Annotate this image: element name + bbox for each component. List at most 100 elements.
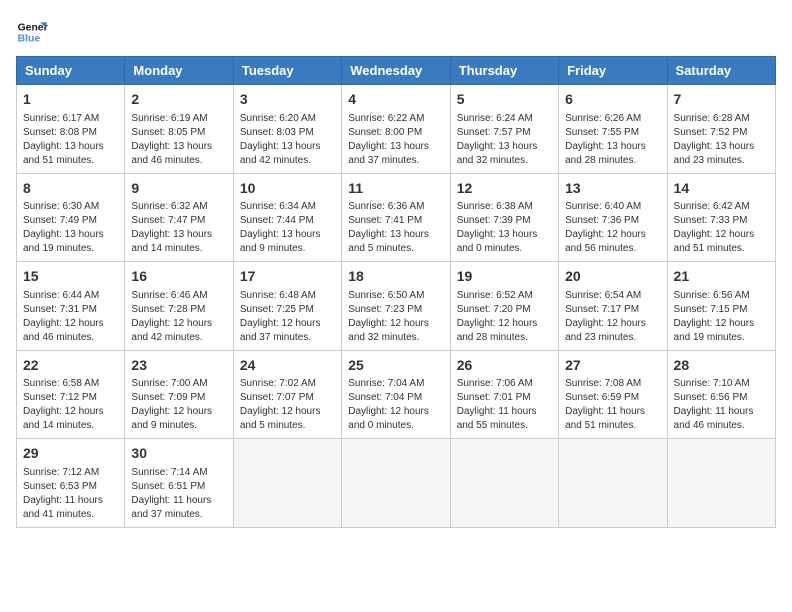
day-number: 17 bbox=[240, 267, 335, 287]
day-info: Sunrise: 6:50 AM Sunset: 7:23 PM Dayligh… bbox=[348, 289, 443, 345]
day-number: 5 bbox=[457, 90, 552, 110]
svg-text:Blue: Blue bbox=[18, 34, 41, 45]
calendar-cell: 4Sunrise: 6:22 AM Sunset: 8:00 PM Daylig… bbox=[342, 85, 450, 174]
day-info: Sunrise: 7:10 AM Sunset: 6:56 PM Dayligh… bbox=[674, 377, 769, 433]
day-info: Sunrise: 6:52 AM Sunset: 7:20 PM Dayligh… bbox=[457, 289, 552, 345]
calendar-cell: 21Sunrise: 6:56 AM Sunset: 7:15 PM Dayli… bbox=[667, 262, 775, 351]
calendar-cell: 10Sunrise: 6:34 AM Sunset: 7:44 PM Dayli… bbox=[233, 173, 341, 262]
logo: General Blue bbox=[16, 16, 48, 48]
header-day-sunday: Sunday bbox=[17, 57, 125, 85]
calendar-cell: 28Sunrise: 7:10 AM Sunset: 6:56 PM Dayli… bbox=[667, 350, 775, 439]
calendar-cell: 20Sunrise: 6:54 AM Sunset: 7:17 PM Dayli… bbox=[559, 262, 667, 351]
calendar-table: SundayMondayTuesdayWednesdayThursdayFrid… bbox=[16, 56, 776, 528]
day-number: 7 bbox=[674, 90, 769, 110]
day-number: 9 bbox=[131, 179, 226, 199]
day-info: Sunrise: 6:58 AM Sunset: 7:12 PM Dayligh… bbox=[23, 377, 118, 433]
day-info: Sunrise: 6:24 AM Sunset: 7:57 PM Dayligh… bbox=[457, 112, 552, 168]
calendar-cell: 1Sunrise: 6:17 AM Sunset: 8:08 PM Daylig… bbox=[17, 85, 125, 174]
week-row-4: 22Sunrise: 6:58 AM Sunset: 7:12 PM Dayli… bbox=[17, 350, 776, 439]
day-number: 4 bbox=[348, 90, 443, 110]
calendar-cell: 9Sunrise: 6:32 AM Sunset: 7:47 PM Daylig… bbox=[125, 173, 233, 262]
day-number: 19 bbox=[457, 267, 552, 287]
week-row-1: 1Sunrise: 6:17 AM Sunset: 8:08 PM Daylig… bbox=[17, 85, 776, 174]
header-row: SundayMondayTuesdayWednesdayThursdayFrid… bbox=[17, 57, 776, 85]
day-info: Sunrise: 6:42 AM Sunset: 7:33 PM Dayligh… bbox=[674, 200, 769, 256]
calendar-cell bbox=[559, 439, 667, 528]
day-number: 12 bbox=[457, 179, 552, 199]
calendar-cell: 15Sunrise: 6:44 AM Sunset: 7:31 PM Dayli… bbox=[17, 262, 125, 351]
day-info: Sunrise: 6:26 AM Sunset: 7:55 PM Dayligh… bbox=[565, 112, 660, 168]
day-number: 2 bbox=[131, 90, 226, 110]
day-info: Sunrise: 6:56 AM Sunset: 7:15 PM Dayligh… bbox=[674, 289, 769, 345]
day-info: Sunrise: 6:32 AM Sunset: 7:47 PM Dayligh… bbox=[131, 200, 226, 256]
day-info: Sunrise: 6:48 AM Sunset: 7:25 PM Dayligh… bbox=[240, 289, 335, 345]
day-number: 10 bbox=[240, 179, 335, 199]
day-info: Sunrise: 7:02 AM Sunset: 7:07 PM Dayligh… bbox=[240, 377, 335, 433]
day-number: 28 bbox=[674, 356, 769, 376]
calendar-cell: 25Sunrise: 7:04 AM Sunset: 7:04 PM Dayli… bbox=[342, 350, 450, 439]
day-info: Sunrise: 7:06 AM Sunset: 7:01 PM Dayligh… bbox=[457, 377, 552, 433]
day-info: Sunrise: 6:22 AM Sunset: 8:00 PM Dayligh… bbox=[348, 112, 443, 168]
header-day-tuesday: Tuesday bbox=[233, 57, 341, 85]
day-number: 6 bbox=[565, 90, 660, 110]
calendar-cell: 7Sunrise: 6:28 AM Sunset: 7:52 PM Daylig… bbox=[667, 85, 775, 174]
day-info: Sunrise: 7:04 AM Sunset: 7:04 PM Dayligh… bbox=[348, 377, 443, 433]
day-number: 18 bbox=[348, 267, 443, 287]
calendar-cell: 5Sunrise: 6:24 AM Sunset: 7:57 PM Daylig… bbox=[450, 85, 558, 174]
header-day-friday: Friday bbox=[559, 57, 667, 85]
day-number: 20 bbox=[565, 267, 660, 287]
day-info: Sunrise: 7:14 AM Sunset: 6:51 PM Dayligh… bbox=[131, 466, 226, 522]
calendar-cell: 2Sunrise: 6:19 AM Sunset: 8:05 PM Daylig… bbox=[125, 85, 233, 174]
calendar-cell: 23Sunrise: 7:00 AM Sunset: 7:09 PM Dayli… bbox=[125, 350, 233, 439]
day-info: Sunrise: 6:44 AM Sunset: 7:31 PM Dayligh… bbox=[23, 289, 118, 345]
day-info: Sunrise: 6:28 AM Sunset: 7:52 PM Dayligh… bbox=[674, 112, 769, 168]
calendar-cell: 26Sunrise: 7:06 AM Sunset: 7:01 PM Dayli… bbox=[450, 350, 558, 439]
calendar-cell: 13Sunrise: 6:40 AM Sunset: 7:36 PM Dayli… bbox=[559, 173, 667, 262]
header-day-wednesday: Wednesday bbox=[342, 57, 450, 85]
day-number: 21 bbox=[674, 267, 769, 287]
day-number: 22 bbox=[23, 356, 118, 376]
calendar-cell: 8Sunrise: 6:30 AM Sunset: 7:49 PM Daylig… bbox=[17, 173, 125, 262]
calendar-cell: 14Sunrise: 6:42 AM Sunset: 7:33 PM Dayli… bbox=[667, 173, 775, 262]
calendar-cell: 6Sunrise: 6:26 AM Sunset: 7:55 PM Daylig… bbox=[559, 85, 667, 174]
day-info: Sunrise: 7:08 AM Sunset: 6:59 PM Dayligh… bbox=[565, 377, 660, 433]
calendar-cell: 24Sunrise: 7:02 AM Sunset: 7:07 PM Dayli… bbox=[233, 350, 341, 439]
day-info: Sunrise: 6:34 AM Sunset: 7:44 PM Dayligh… bbox=[240, 200, 335, 256]
calendar-cell: 29Sunrise: 7:12 AM Sunset: 6:53 PM Dayli… bbox=[17, 439, 125, 528]
day-info: Sunrise: 6:54 AM Sunset: 7:17 PM Dayligh… bbox=[565, 289, 660, 345]
logo-icon: General Blue bbox=[16, 16, 48, 48]
day-number: 23 bbox=[131, 356, 226, 376]
calendar-cell bbox=[450, 439, 558, 528]
calendar-cell: 3Sunrise: 6:20 AM Sunset: 8:03 PM Daylig… bbox=[233, 85, 341, 174]
calendar-cell: 22Sunrise: 6:58 AM Sunset: 7:12 PM Dayli… bbox=[17, 350, 125, 439]
calendar-cell: 30Sunrise: 7:14 AM Sunset: 6:51 PM Dayli… bbox=[125, 439, 233, 528]
day-number: 29 bbox=[23, 444, 118, 464]
header-day-monday: Monday bbox=[125, 57, 233, 85]
calendar-cell: 16Sunrise: 6:46 AM Sunset: 7:28 PM Dayli… bbox=[125, 262, 233, 351]
day-number: 8 bbox=[23, 179, 118, 199]
calendar-header: SundayMondayTuesdayWednesdayThursdayFrid… bbox=[17, 57, 776, 85]
day-number: 26 bbox=[457, 356, 552, 376]
calendar-body: 1Sunrise: 6:17 AM Sunset: 8:08 PM Daylig… bbox=[17, 85, 776, 528]
day-number: 16 bbox=[131, 267, 226, 287]
day-number: 25 bbox=[348, 356, 443, 376]
calendar-cell bbox=[342, 439, 450, 528]
day-number: 11 bbox=[348, 179, 443, 199]
header-day-saturday: Saturday bbox=[667, 57, 775, 85]
day-number: 30 bbox=[131, 444, 226, 464]
day-info: Sunrise: 6:20 AM Sunset: 8:03 PM Dayligh… bbox=[240, 112, 335, 168]
day-info: Sunrise: 6:38 AM Sunset: 7:39 PM Dayligh… bbox=[457, 200, 552, 256]
day-info: Sunrise: 6:40 AM Sunset: 7:36 PM Dayligh… bbox=[565, 200, 660, 256]
calendar-cell: 17Sunrise: 6:48 AM Sunset: 7:25 PM Dayli… bbox=[233, 262, 341, 351]
day-info: Sunrise: 6:19 AM Sunset: 8:05 PM Dayligh… bbox=[131, 112, 226, 168]
calendar-cell: 19Sunrise: 6:52 AM Sunset: 7:20 PM Dayli… bbox=[450, 262, 558, 351]
calendar-cell: 12Sunrise: 6:38 AM Sunset: 7:39 PM Dayli… bbox=[450, 173, 558, 262]
day-info: Sunrise: 6:30 AM Sunset: 7:49 PM Dayligh… bbox=[23, 200, 118, 256]
day-info: Sunrise: 6:46 AM Sunset: 7:28 PM Dayligh… bbox=[131, 289, 226, 345]
day-number: 15 bbox=[23, 267, 118, 287]
day-number: 1 bbox=[23, 90, 118, 110]
calendar-cell bbox=[667, 439, 775, 528]
day-number: 24 bbox=[240, 356, 335, 376]
page-header: General Blue bbox=[16, 16, 776, 48]
day-info: Sunrise: 6:17 AM Sunset: 8:08 PM Dayligh… bbox=[23, 112, 118, 168]
